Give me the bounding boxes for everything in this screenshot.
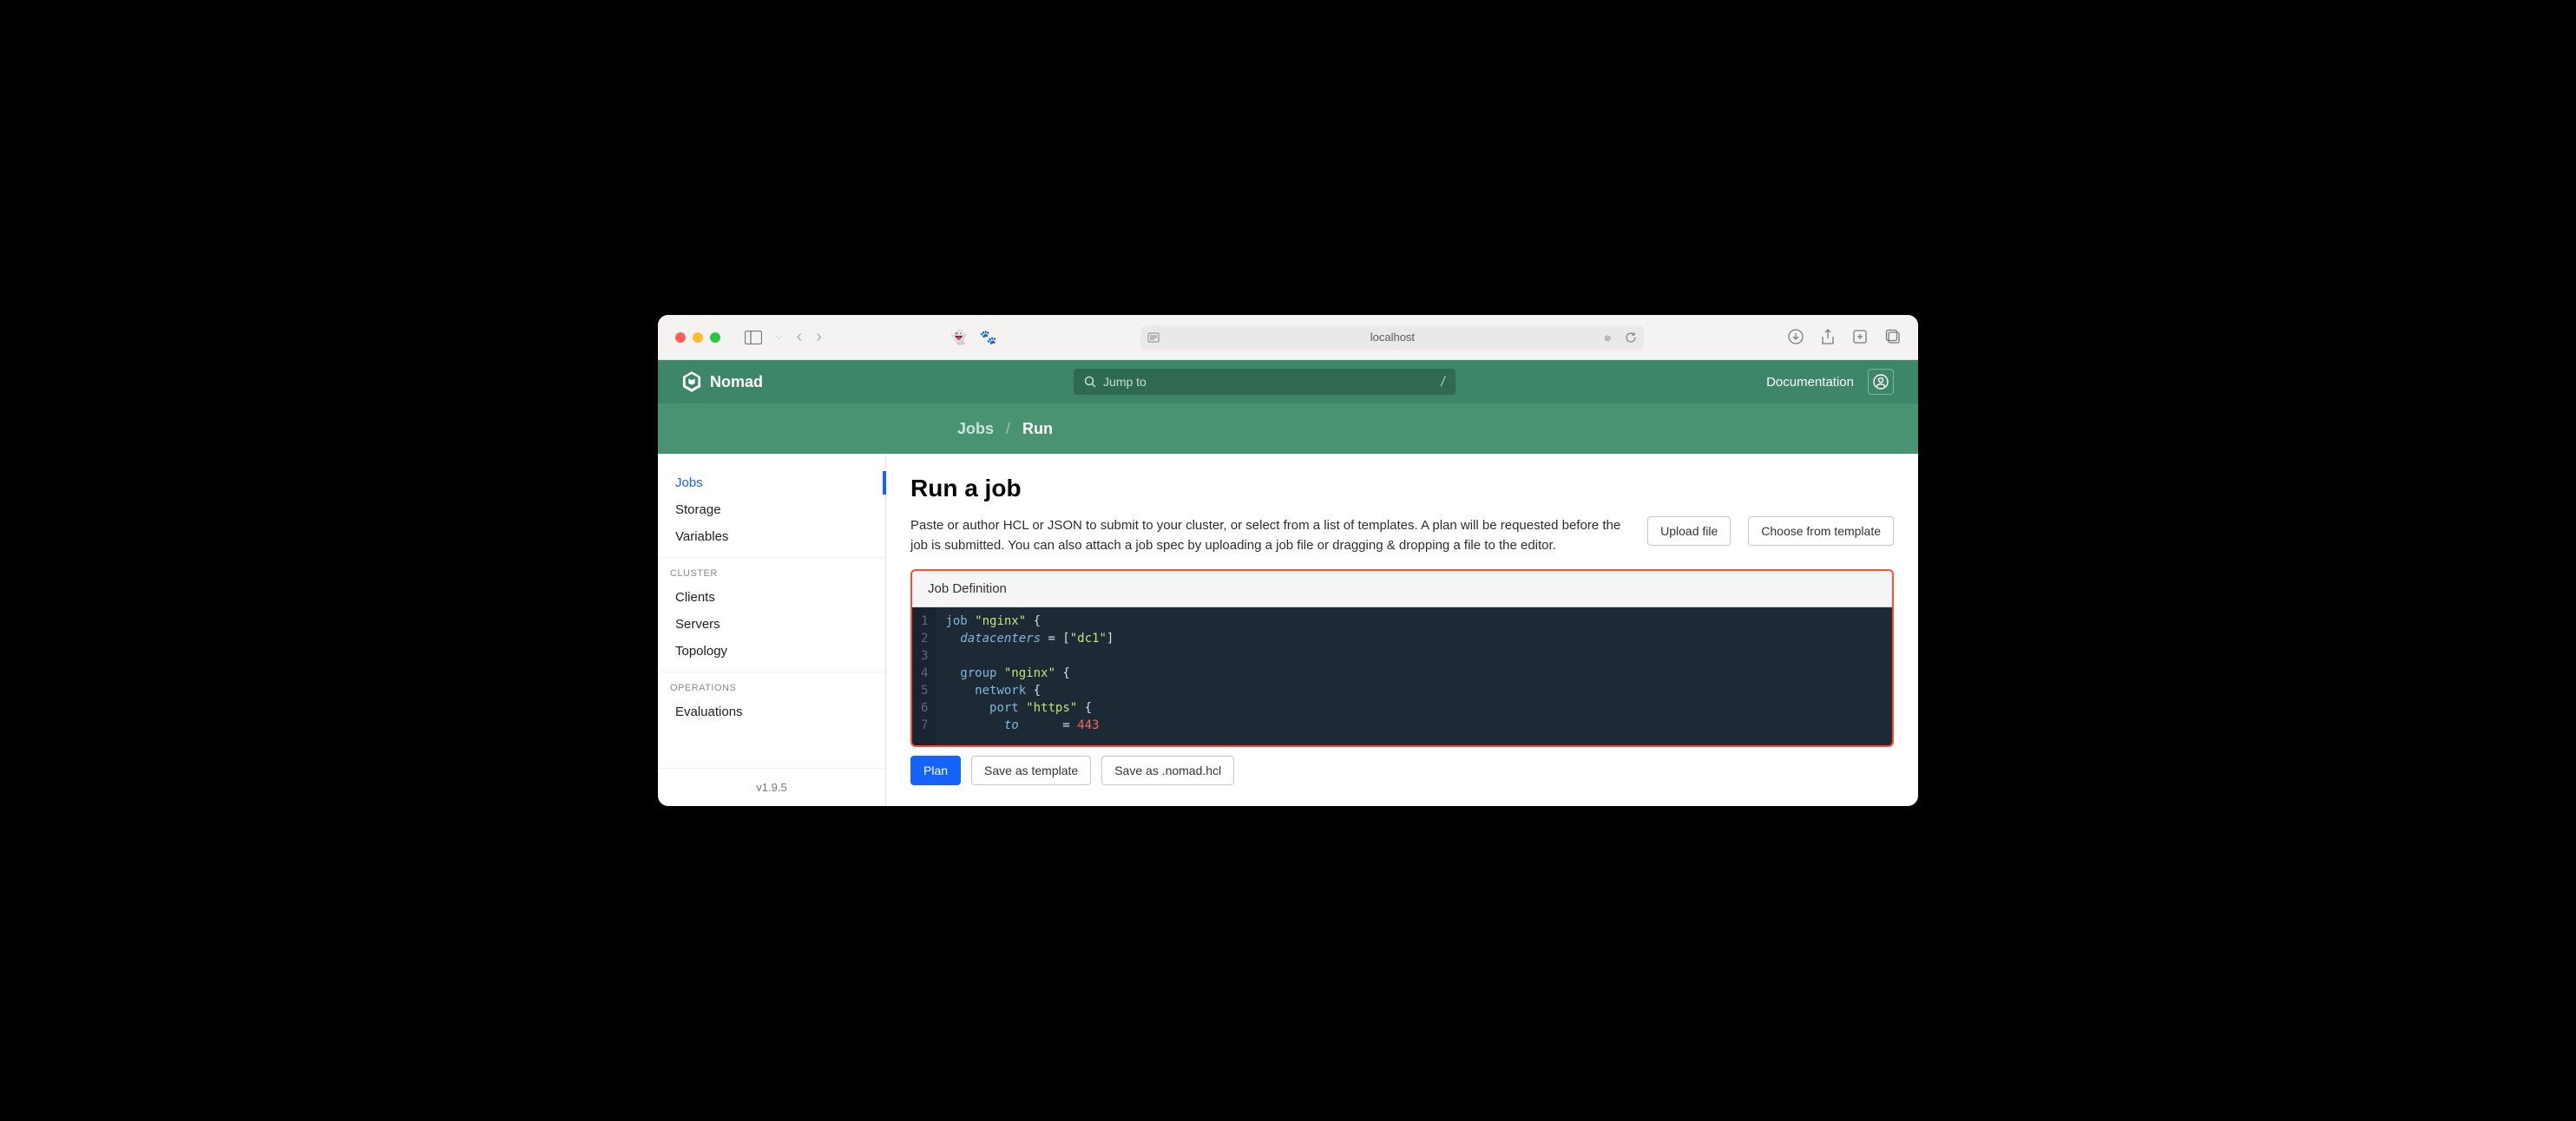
search-input[interactable]: Jump to /: [1074, 369, 1456, 395]
translate-icon[interactable]: ⊕: [1604, 331, 1618, 344]
sidebar-section-heading: CLUSTER: [658, 557, 885, 584]
app-logo[interactable]: Nomad: [682, 371, 763, 392]
browser-window: ⌵ ‹ › 👻 🐾 localhost ⊕ Nomad: [658, 315, 1918, 806]
browser-titlebar: ⌵ ‹ › 👻 🐾 localhost ⊕: [658, 315, 1918, 360]
editor-gutter: 1234567: [912, 607, 936, 745]
extension-paw-icon[interactable]: 🐾: [980, 329, 997, 346]
new-tab-icon[interactable]: [1852, 329, 1868, 344]
editor-code[interactable]: job "nginx" { datacenters = ["dc1"] grou…: [936, 607, 1122, 745]
body-area: JobsStorageVariables CLUSTERClientsServe…: [658, 454, 1918, 806]
choose-template-button[interactable]: Choose from template: [1748, 516, 1894, 546]
save-file-button[interactable]: Save as .nomad.hcl: [1101, 756, 1234, 785]
sidebar: JobsStorageVariables CLUSTERClientsServe…: [658, 454, 886, 806]
breadcrumb: Jobs / Run: [658, 403, 1918, 454]
job-definition-editor[interactable]: Job Definition 1234567 job "nginx" { dat…: [910, 569, 1894, 747]
traffic-lights: [675, 332, 720, 343]
app-name: Nomad: [710, 373, 763, 391]
sidebar-item-evaluations[interactable]: Evaluations: [658, 698, 885, 725]
svg-text:⊕: ⊕: [1604, 334, 1611, 344]
back-icon[interactable]: ‹: [797, 327, 803, 347]
sidebar-item-variables[interactable]: Variables: [658, 523, 885, 550]
forward-icon[interactable]: ›: [816, 327, 822, 347]
sidebar-item-storage[interactable]: Storage: [658, 496, 885, 523]
app-header: Nomad Jump to / Documentation: [658, 360, 1918, 403]
sidebar-toggle-icon[interactable]: [745, 331, 762, 344]
save-template-button[interactable]: Save as template: [971, 756, 1091, 785]
profile-icon: [1873, 374, 1889, 390]
breadcrumb-parent[interactable]: Jobs: [957, 420, 994, 438]
main-content: Run a job Paste or author HCL or JSON to…: [886, 454, 1918, 806]
nomad-logo-icon: [682, 371, 701, 392]
tab-overview-icon[interactable]: [1885, 329, 1901, 344]
url-text: localhost: [1370, 331, 1415, 344]
close-window-icon[interactable]: [675, 332, 686, 343]
extension-ghost-icon[interactable]: 👻: [950, 329, 968, 346]
sidebar-item-jobs[interactable]: Jobs: [658, 469, 885, 496]
search-hint: /: [1440, 375, 1447, 389]
page-description: Paste or author HCL or JSON to submit to…: [910, 516, 1630, 555]
sidebar-item-topology[interactable]: Topology: [658, 638, 885, 665]
search-icon: [1084, 376, 1096, 388]
profile-button[interactable]: [1868, 369, 1894, 395]
documentation-link[interactable]: Documentation: [1766, 375, 1854, 390]
share-icon[interactable]: [1821, 329, 1835, 346]
search-placeholder: Jump to: [1103, 375, 1147, 389]
plan-button[interactable]: Plan: [910, 756, 961, 785]
breadcrumb-current: Run: [1022, 420, 1053, 438]
downloads-icon[interactable]: [1788, 329, 1804, 344]
sidebar-item-servers[interactable]: Servers: [658, 611, 885, 638]
page-title: Run a job: [910, 475, 1894, 502]
maximize-window-icon[interactable]: [710, 332, 720, 343]
upload-file-button[interactable]: Upload file: [1647, 516, 1731, 546]
reader-icon: [1147, 332, 1160, 343]
minimize-window-icon[interactable]: [693, 332, 703, 343]
sidebar-item-clients[interactable]: Clients: [658, 584, 885, 611]
version-label: v1.9.5: [658, 768, 885, 806]
sidebar-section-heading: OPERATIONS: [658, 672, 885, 698]
url-bar[interactable]: localhost ⊕: [1140, 325, 1644, 350]
toolbar-dropdown-icon[interactable]: ⌵: [776, 332, 783, 342]
reload-icon[interactable]: [1625, 331, 1637, 344]
breadcrumb-separator: /: [1006, 420, 1010, 438]
editor-title: Job Definition: [912, 571, 1892, 607]
